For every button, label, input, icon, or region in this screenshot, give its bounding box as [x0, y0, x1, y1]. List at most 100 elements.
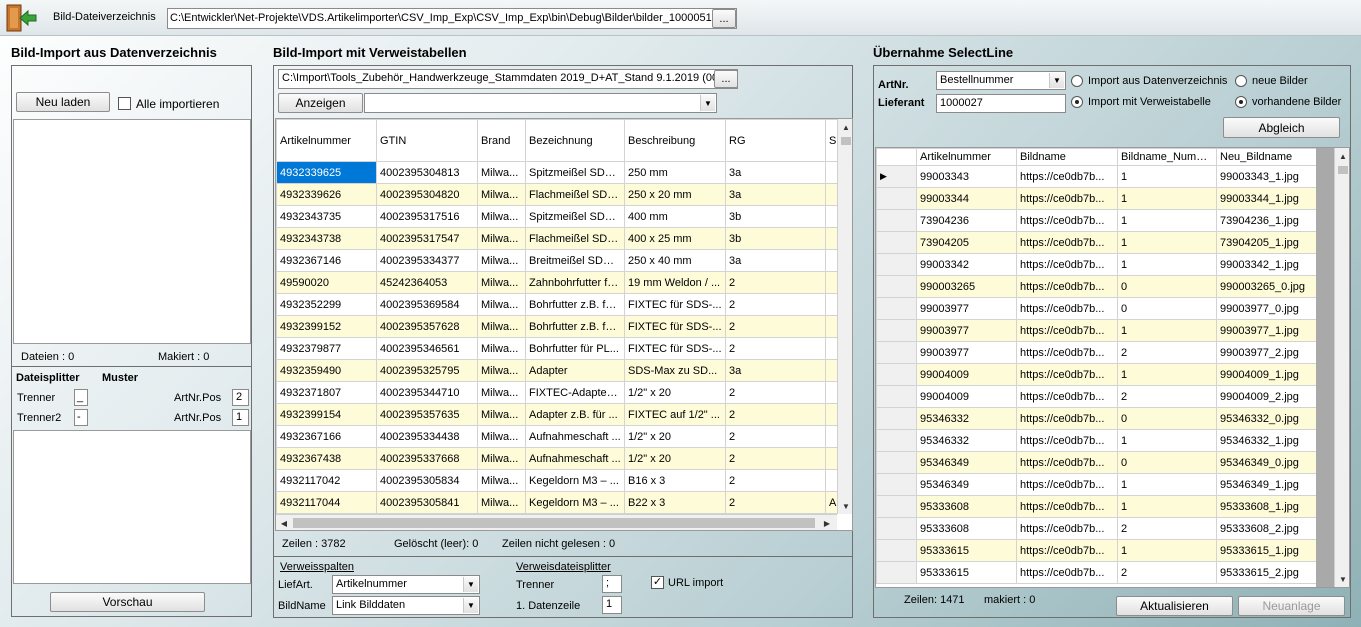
table-cell[interactable]: 95333615 — [916, 561, 1017, 584]
table-cell[interactable]: 2 — [725, 491, 826, 514]
reference-file-input[interactable]: C:\Import\Tools_Zubehör_Handwerkzeuge_St… — [278, 69, 738, 89]
row-header[interactable] — [876, 363, 917, 386]
table-row[interactable]: 4932399154 4002395357635 Milwa... Adapter z… — [276, 403, 852, 426]
row-header[interactable] — [876, 275, 917, 298]
table-cell[interactable]: 4932117044 — [276, 491, 377, 514]
table-cell[interactable]: https://ce0db7b... — [1016, 495, 1118, 518]
table-cell[interactable]: 1/2" x 20 — [624, 425, 726, 448]
table-cell[interactable]: 99003344_1.jpg — [1216, 187, 1317, 210]
table-cell[interactable]: Milwa... — [477, 337, 526, 360]
table-row[interactable]: 4932367438 4002395337668 Milwa... Aufnahmes… — [276, 447, 852, 470]
table-cell[interactable]: 95333608 — [916, 495, 1017, 518]
row-header[interactable] — [876, 385, 917, 408]
table-row[interactable]: 4932379877 4002395346561 Milwa... Bohrfutte… — [276, 337, 852, 360]
table-cell[interactable]: 1 — [1117, 209, 1217, 232]
table-cell[interactable]: 4002395334438 — [376, 425, 478, 448]
table-row[interactable]: 49590020 45242364053 Milwa... Zahnbohrfutte… — [276, 271, 852, 294]
table-row[interactable]: 99004009 https://ce0db7b... 2 99004009_2.jp… — [876, 385, 1317, 408]
table-cell[interactable]: 4002395305834 — [376, 469, 478, 492]
table-cell[interactable]: 990003265_0.jpg — [1216, 275, 1317, 298]
row-header[interactable] — [876, 297, 917, 320]
table-row[interactable]: 4932343738 4002395317547 Milwa... Flachmeiß… — [276, 227, 852, 250]
table-cell[interactable]: 2 — [1117, 517, 1217, 540]
import-ref-radio[interactable] — [1071, 96, 1083, 108]
table-cell[interactable]: 2 — [725, 315, 826, 338]
table-cell[interactable]: Milwa... — [477, 403, 526, 426]
table-row[interactable]: 73904236 https://ce0db7b... 1 73904236_1.jp… — [876, 209, 1317, 232]
table-cell[interactable]: 73904236 — [916, 209, 1017, 232]
table-cell[interactable]: 4932343735 — [276, 205, 377, 228]
table-cell[interactable]: 4932399152 — [276, 315, 377, 338]
table-row[interactable]: 99004009 https://ce0db7b... 1 99004009_1.jp… — [876, 363, 1317, 386]
table-cell[interactable]: 3a — [725, 183, 826, 206]
table-cell[interactable]: 95333608_1.jpg — [1216, 495, 1317, 518]
table-row[interactable]: 4932352299 4002395369584 Milwa... Bohrfutte… — [276, 293, 852, 316]
table-cell[interactable]: Bohrfutter für PL... — [525, 337, 625, 360]
table-cell[interactable]: https://ce0db7b... — [1016, 473, 1118, 496]
table-cell[interactable]: 3b — [725, 205, 826, 228]
preview-button[interactable]: Vorschau — [50, 592, 205, 612]
row-header[interactable] — [876, 319, 917, 342]
table-cell[interactable]: 4932352299 — [276, 293, 377, 316]
scroll-right-icon[interactable]: ▶ — [819, 515, 835, 530]
table-cell[interactable]: https://ce0db7b... — [1016, 165, 1118, 188]
table-cell[interactable]: 99003977_0.jpg — [1216, 297, 1317, 320]
trenner2-input[interactable]: - — [74, 409, 88, 426]
table-cell[interactable]: 99003977 — [916, 319, 1017, 342]
row-header[interactable] — [876, 341, 917, 364]
row-header[interactable] — [876, 429, 917, 452]
table-row[interactable]: 99003342 https://ce0db7b... 1 99003342_1.jp… — [876, 253, 1317, 276]
h-scroll-thumb[interactable] — [293, 518, 815, 528]
table-cell[interactable]: Milwa... — [477, 183, 526, 206]
table-cell[interactable]: 990003265 — [916, 275, 1017, 298]
table-row[interactable]: 95333608 https://ce0db7b... 1 95333608_1.jp… — [876, 495, 1317, 518]
table-cell[interactable]: 45242364053 — [376, 271, 478, 294]
table-row[interactable]: 4932367146 4002395334377 Milwa... Breitmeiß… — [276, 249, 852, 272]
table-cell[interactable]: https://ce0db7b... — [1016, 385, 1118, 408]
first-row-input[interactable]: 1 — [602, 596, 622, 614]
row-header[interactable] — [876, 407, 917, 430]
row-header[interactable] — [876, 517, 917, 540]
row-header[interactable] — [876, 561, 917, 584]
table-cell[interactable]: 99003977_1.jpg — [1216, 319, 1317, 342]
table-cell[interactable]: 1 — [1117, 187, 1217, 210]
table-cell[interactable]: 4932379877 — [276, 337, 377, 360]
table-cell[interactable]: 19 mm Weldon / ... — [624, 271, 726, 294]
table-cell[interactable]: https://ce0db7b... — [1016, 319, 1118, 342]
table-cell[interactable]: 95333608 — [916, 517, 1017, 540]
scroll-left-icon[interactable]: ◀ — [276, 515, 292, 530]
column-header[interactable]: Bezeichnung — [525, 119, 625, 162]
scroll-down-icon[interactable]: ▼ — [1335, 571, 1349, 587]
reference-file-browse-button[interactable]: ... — [714, 70, 738, 88]
table-row[interactable]: 95346349 https://ce0db7b... 0 95346349_0.jp… — [876, 451, 1317, 474]
table-cell[interactable]: 73904205_1.jpg — [1216, 231, 1317, 254]
table-row[interactable]: ▶ 99003343 https://ce0db7b... 1 99003343_1.j… — [876, 165, 1317, 188]
table-cell[interactable]: 95346332 — [916, 407, 1017, 430]
table-cell[interactable]: 2 — [725, 337, 826, 360]
table-cell[interactable]: FIXTEC für SDS-... — [624, 337, 726, 360]
table-cell[interactable]: Milwa... — [477, 447, 526, 470]
table-row[interactable]: 4932117042 4002395305834 Milwa... Kegeldorn… — [276, 469, 852, 492]
table-cell[interactable]: 99003343_1.jpg — [1216, 165, 1317, 188]
table-cell[interactable]: 250 x 40 mm — [624, 249, 726, 272]
reference-grid-vscrollbar[interactable]: ▲ ▼ — [837, 119, 852, 514]
table-cell[interactable]: https://ce0db7b... — [1016, 561, 1118, 584]
selectline-grid-vscrollbar[interactable]: ▲ ▼ — [1334, 148, 1349, 587]
table-cell[interactable]: 4932117042 — [276, 469, 377, 492]
table-cell[interactable]: https://ce0db7b... — [1016, 231, 1118, 254]
table-cell[interactable]: 73904205 — [916, 231, 1017, 254]
scroll-up-icon[interactable]: ▲ — [1335, 148, 1349, 164]
reference-grid-hscrollbar[interactable]: ◀ ▶ — [276, 514, 837, 530]
table-cell[interactable]: 0 — [1117, 297, 1217, 320]
table-cell[interactable]: 4932339625 — [276, 161, 377, 184]
column-header[interactable]: RG — [725, 119, 826, 162]
table-cell[interactable]: 99003977 — [916, 297, 1017, 320]
new-images-radio[interactable] — [1235, 75, 1247, 87]
table-cell[interactable]: 3b — [725, 227, 826, 250]
table-cell[interactable]: 73904236_1.jpg — [1216, 209, 1317, 232]
table-cell[interactable]: 4932367438 — [276, 447, 377, 470]
table-cell[interactable]: 2 — [725, 293, 826, 316]
scroll-thumb[interactable] — [841, 137, 851, 145]
table-cell[interactable]: 0 — [1117, 451, 1217, 474]
table-cell[interactable]: Milwa... — [477, 425, 526, 448]
